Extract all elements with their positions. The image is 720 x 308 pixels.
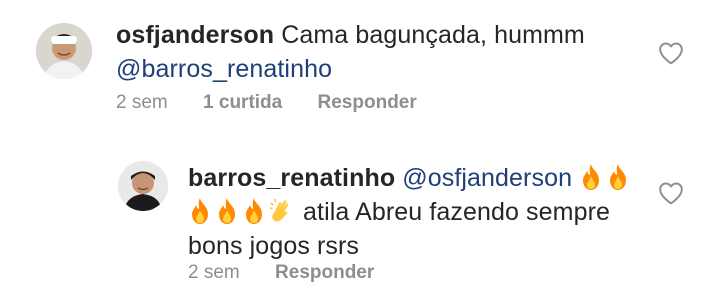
fire-emoji-icon xyxy=(579,163,603,191)
likes-count[interactable]: 1 curtida xyxy=(203,92,282,114)
reply-button[interactable]: Responder xyxy=(318,92,417,114)
avatar[interactable] xyxy=(118,161,168,211)
fire-emoji-icon xyxy=(188,197,212,225)
fire-emoji-icon xyxy=(242,197,266,225)
comment-body-continued: bons jogos rsrs xyxy=(188,232,360,260)
avatar[interactable] xyxy=(36,23,92,79)
fire-emoji-icon xyxy=(606,163,630,191)
comment-time: 2 sem xyxy=(116,92,168,113)
mention-link[interactable]: @osfjanderson xyxy=(402,164,572,192)
comment-text: osfjanderson Cama bagunçada, hummm @barr… xyxy=(116,18,656,86)
comment-body: atila Abreu fazendo sempre xyxy=(303,198,611,226)
user-avatar-photo xyxy=(36,23,92,79)
comment-username[interactable]: osfjanderson xyxy=(116,21,274,49)
clapping-hands-emoji-icon xyxy=(269,197,293,225)
comment-meta: 2 sem Responder xyxy=(188,262,374,284)
heart-outline-icon[interactable] xyxy=(658,181,684,205)
fire-emoji-icon xyxy=(215,197,239,225)
emoji-group-line2 xyxy=(188,198,296,226)
comment-username[interactable]: barros_renatinho xyxy=(188,164,395,192)
mention-link[interactable]: @barros_renatinho xyxy=(116,55,332,83)
comment-body: Cama bagunçada, hummm xyxy=(274,21,585,49)
comment-meta: 2 sem 1 curtida Responder xyxy=(116,92,417,114)
user-avatar-photo xyxy=(118,161,168,211)
comment-text: barros_renatinho @osfjanderson atila Abr… xyxy=(188,161,648,263)
heart-outline-icon[interactable] xyxy=(658,41,684,65)
reply-button[interactable]: Responder xyxy=(275,262,374,284)
comment-time: 2 sem xyxy=(188,262,240,283)
emoji-group-line1 xyxy=(579,164,633,192)
